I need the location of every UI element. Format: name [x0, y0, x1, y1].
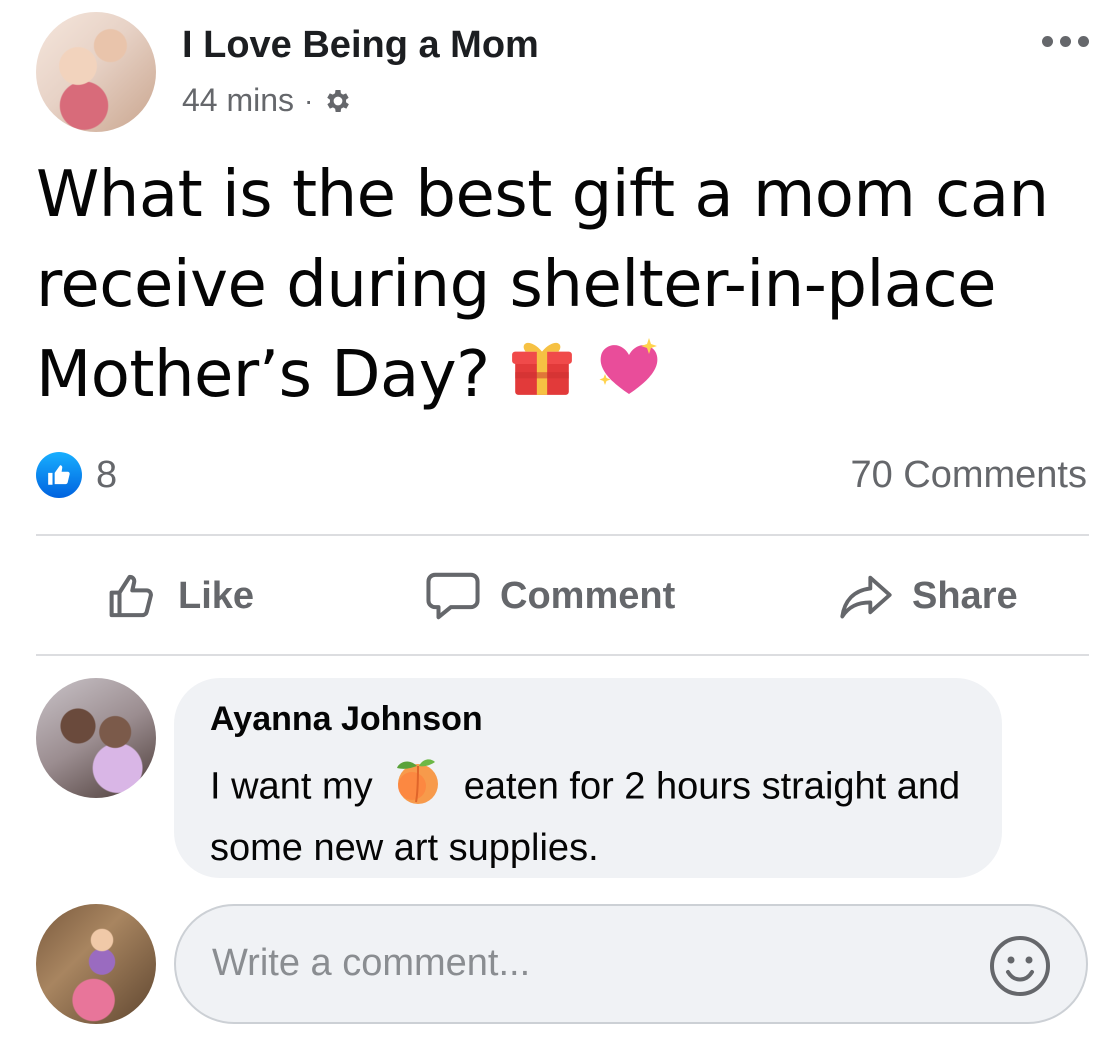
- comment-button[interactable]: Comment: [424, 566, 675, 626]
- divider: [36, 654, 1089, 656]
- comment-text-before: I want my: [210, 765, 373, 808]
- page-name[interactable]: I Love Being a Mom: [182, 24, 539, 67]
- post-meta: 44 mins ·: [182, 82, 353, 119]
- gift-emoji: [509, 333, 575, 423]
- more-options-icon[interactable]: [1042, 36, 1089, 47]
- meta-separator: ·: [304, 84, 314, 116]
- comment-button-label: Comment: [500, 574, 676, 617]
- thumbs-up-icon: [109, 574, 153, 618]
- comment-icon: [426, 572, 480, 620]
- like-button[interactable]: Like: [106, 566, 254, 626]
- reactions-count[interactable]: 8: [96, 454, 117, 497]
- like-reaction-icon[interactable]: [36, 452, 82, 498]
- smiley-icon[interactable]: [988, 934, 1052, 998]
- current-user-avatar[interactable]: [36, 904, 156, 1024]
- comment-bubble: Ayanna Johnson I want my eaten for 2 hou…: [174, 678, 1002, 878]
- write-comment-placeholder: Write a comment...: [212, 942, 531, 984]
- page-avatar[interactable]: [36, 12, 156, 132]
- post-card: I Love Being a Mom 44 mins · What is the…: [0, 0, 1111, 1058]
- commenter-avatar[interactable]: [36, 678, 156, 798]
- comment-author[interactable]: Ayanna Johnson: [210, 700, 483, 739]
- comments-count[interactable]: 70 Comments: [850, 454, 1087, 497]
- share-button-label: Share: [912, 574, 1018, 617]
- like-button-label: Like: [178, 574, 255, 617]
- peach-emoji: [391, 756, 445, 821]
- post-text: What is the best gift a mom can receive …: [36, 150, 1076, 423]
- settings-gear-icon: [323, 86, 353, 116]
- share-button[interactable]: Share: [838, 566, 1018, 626]
- share-icon: [840, 575, 892, 619]
- post-timestamp[interactable]: 44 mins: [182, 82, 294, 119]
- divider: [36, 534, 1089, 536]
- comment-text: I want my eaten for 2 hours straight and…: [210, 756, 980, 875]
- write-comment-input[interactable]: Write a comment...: [174, 904, 1088, 1024]
- sparkling-heart-emoji: [595, 333, 665, 423]
